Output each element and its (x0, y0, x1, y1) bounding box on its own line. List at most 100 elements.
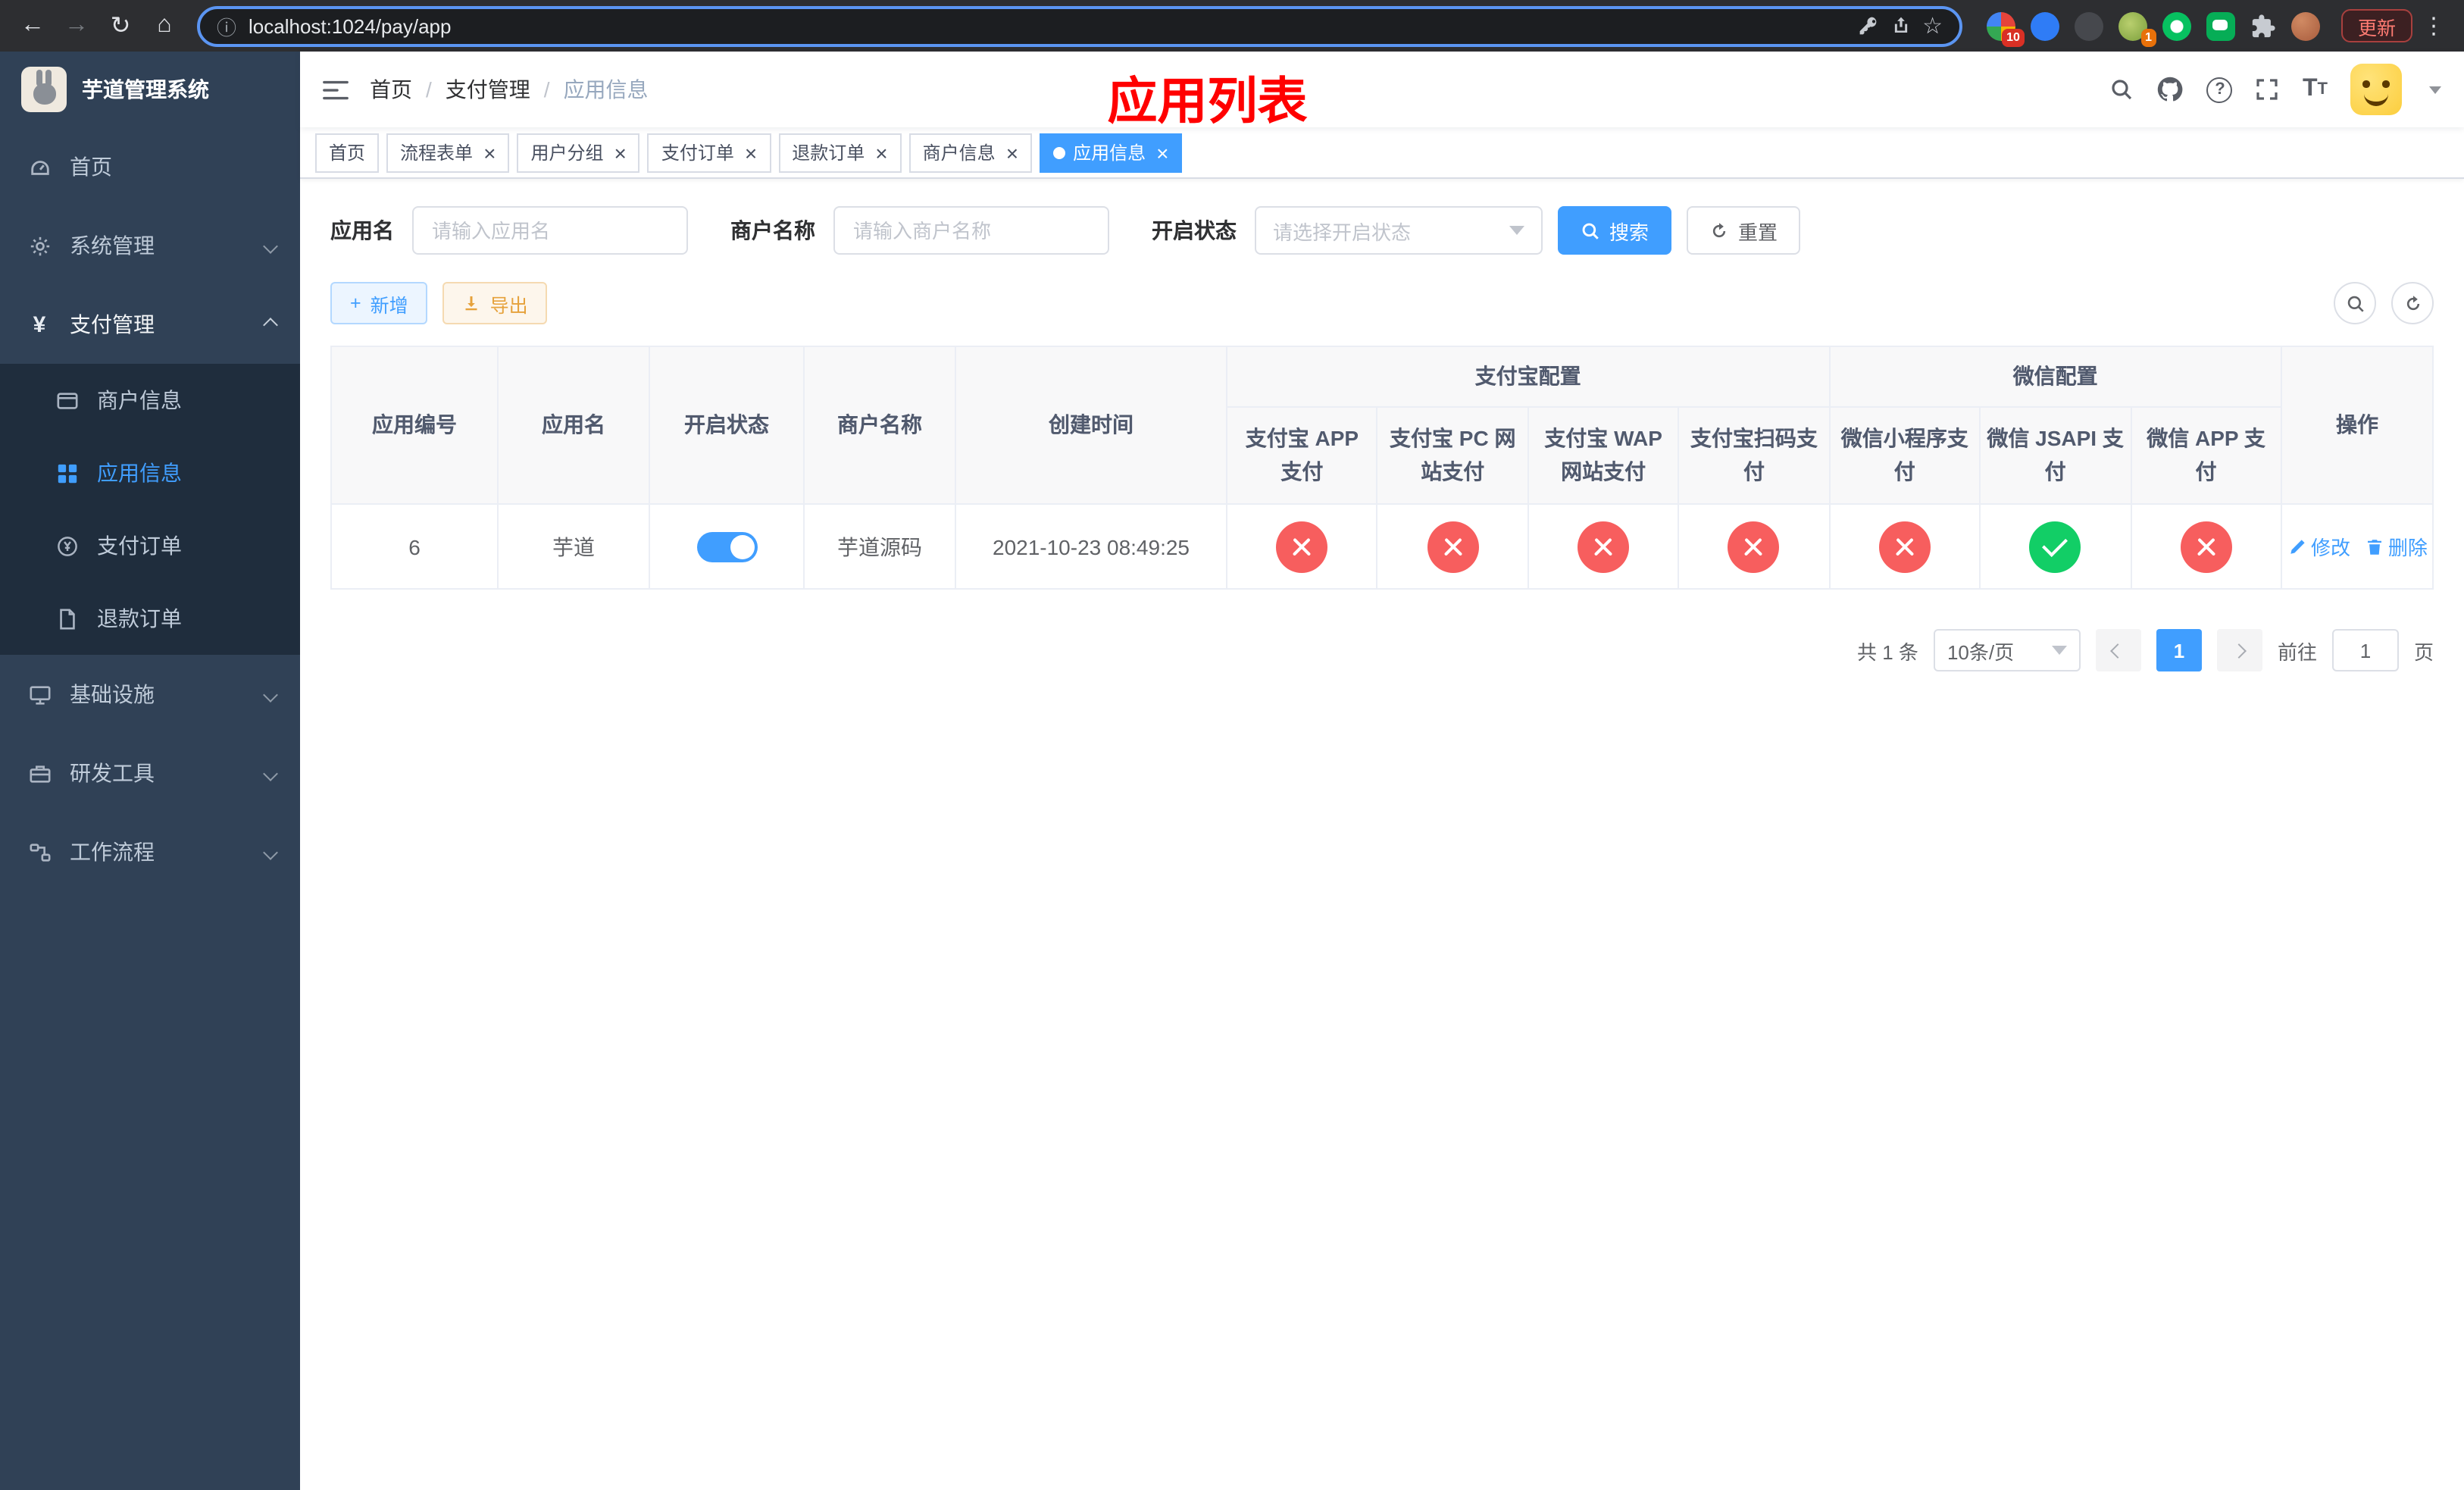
status-toggle[interactable] (696, 531, 757, 562)
close-icon[interactable]: × (745, 142, 757, 163)
export-button[interactable]: 导出 (442, 282, 548, 324)
extension-dark-icon[interactable] (2074, 11, 2103, 40)
extension-wechat-devtools-icon[interactable] (2162, 11, 2191, 40)
close-icon[interactable]: × (1006, 142, 1018, 163)
reset-button[interactable]: 重置 (1687, 206, 1801, 255)
extension-chat-icon[interactable] (2206, 11, 2235, 40)
page-size-select[interactable]: 10条/页 (1933, 629, 2081, 671)
sidebar-item-payment-order[interactable]: 支付订单 (0, 509, 300, 582)
extension-olive-icon[interactable]: 1 (2118, 11, 2156, 46)
tab-refund-order[interactable]: 退款订单 × (778, 133, 902, 172)
sidebar-item-app-info[interactable]: 应用信息 (0, 437, 300, 509)
font-size-icon[interactable]: TT (2303, 77, 2328, 102)
edit-link[interactable]: 修改 (2288, 532, 2350, 561)
page-number-button[interactable]: 1 (2156, 629, 2202, 671)
tab-user-group[interactable]: 用户分组 × (517, 133, 640, 172)
app-title: 芋道管理系统 (82, 77, 209, 102)
app-shell: 芋道管理系统 首页 系统管理 ¥ 支付管理 商户信息 应用信息 支付订单 退款订… (0, 52, 2464, 1490)
browser-menu-button[interactable]: ⋮ (2416, 12, 2452, 39)
tab-home[interactable]: 首页 (315, 133, 380, 172)
refresh-icon (2406, 295, 2419, 310)
address-bar[interactable]: ⓘ ☆ (197, 5, 1962, 46)
extension-colorwheel-icon[interactable]: 10 (1986, 11, 2025, 46)
app-logo[interactable]: 芋道管理系统 (0, 52, 300, 127)
breadcrumb-home[interactable]: 首页 (370, 74, 412, 105)
search-icon[interactable] (2110, 77, 2134, 102)
close-icon[interactable]: × (1156, 142, 1168, 163)
tab-merchant-info[interactable]: 商户信息 × (908, 133, 1033, 172)
goto-page-input[interactable] (2331, 629, 2399, 671)
sidebar-item-refund-order[interactable]: 退款订单 (0, 582, 300, 655)
sidebar-item-workflow[interactable]: 工作流程 (0, 812, 300, 891)
home-button[interactable]: ⌂ (144, 5, 185, 46)
delete-link[interactable]: 删除 (2366, 532, 2428, 561)
sidebar-item-devtools[interactable]: 研发工具 (0, 734, 300, 812)
add-button[interactable]: + 新增 (330, 282, 428, 324)
sidebar-item-infrastructure[interactable]: 基础设施 (0, 655, 300, 734)
cell-app-name: 芋道 (497, 503, 650, 590)
app-name-label: 应用名 (330, 218, 394, 243)
tab-process-form[interactable]: 流程表单 × (386, 133, 510, 172)
extension-blue-icon[interactable] (2030, 11, 2059, 40)
cell-wx-lite (1828, 503, 1981, 590)
x-circle-icon (2180, 521, 2232, 572)
update-label: 更新 (2357, 17, 2396, 39)
bookmark-star-icon[interactable]: ☆ (1922, 12, 1943, 39)
breadcrumb-payment[interactable]: 支付管理 (446, 74, 530, 105)
sidebar-menu: 首页 系统管理 ¥ 支付管理 商户信息 应用信息 支付订单 退款订单 基础设施 … (0, 127, 300, 1490)
toggle-search-button[interactable] (2334, 282, 2376, 324)
filter-bar: 应用名 商户名称 开启状态 请选择开启状态 搜索 (330, 206, 2434, 255)
extension-badge: 10 (2002, 28, 2025, 46)
hamburger-button[interactable] (323, 78, 349, 101)
reload-button[interactable]: ↻ (100, 5, 141, 46)
password-key-icon[interactable] (1857, 15, 1878, 36)
forward-button[interactable]: → (56, 5, 97, 46)
site-info-icon[interactable]: ⓘ (217, 11, 236, 40)
plus-icon: + (350, 293, 361, 314)
x-circle-icon (1728, 521, 1780, 572)
chevron-down-icon (263, 687, 278, 702)
close-icon[interactable]: × (875, 142, 887, 163)
github-icon[interactable] (2157, 76, 2184, 103)
search-button[interactable]: 搜索 (1558, 206, 1672, 255)
url-input[interactable] (249, 14, 1846, 37)
help-icon[interactable]: ? (2206, 77, 2233, 102)
browser-update-button[interactable]: 更新 (2340, 9, 2412, 42)
grid-icon (55, 461, 79, 485)
data-table: 应用编号 应用名 开启状态 商户名称 创建时间 支付宝配置 微信配置 操作 支付… (330, 346, 2434, 590)
refresh-table-button[interactable] (2391, 282, 2434, 324)
share-icon[interactable] (1890, 15, 1910, 36)
status-select[interactable]: 请选择开启状态 (1255, 206, 1543, 255)
merchant-name-input[interactable] (833, 206, 1109, 255)
goto-suffix: 页 (2413, 640, 2434, 663)
sidebar-item-system[interactable]: 系统管理 (0, 206, 300, 285)
navbar-tools: ? TT (2110, 64, 2441, 115)
tab-app-info[interactable]: 应用信息 × (1040, 133, 1183, 172)
close-icon[interactable]: × (483, 142, 496, 163)
screen: ← → ↻ ⌂ ⓘ ☆ 10 1 (0, 0, 2464, 1490)
fullscreen-icon[interactable] (2256, 77, 2280, 102)
next-page-button[interactable] (2216, 629, 2262, 671)
browser-profile-avatar[interactable] (2290, 11, 2320, 40)
right-tools (2334, 282, 2434, 324)
back-button[interactable]: ← (12, 5, 53, 46)
app-name-input[interactable] (412, 206, 688, 255)
sidebar-item-payment[interactable]: ¥ 支付管理 (0, 285, 300, 364)
close-icon[interactable]: × (614, 142, 626, 163)
tab-payment-order[interactable]: 支付订单 × (647, 133, 771, 172)
sidebar-item-home[interactable]: 首页 (0, 127, 300, 206)
extensions-puzzle-icon[interactable] (2250, 13, 2276, 39)
prev-page-button[interactable] (2095, 629, 2141, 671)
col-header-app-name: 应用名 (497, 346, 650, 505)
pencil-icon (2290, 539, 2305, 553)
sidebar: 芋道管理系统 首页 系统管理 ¥ 支付管理 商户信息 应用信息 支付订单 退款订… (0, 52, 300, 1490)
home-icon: ⌂ (157, 12, 172, 38)
cell-alipay-wap (1527, 503, 1680, 590)
chevron-down-icon[interactable] (2429, 86, 2441, 93)
toolbox-icon (27, 761, 52, 785)
tab-label: 首页 (329, 142, 366, 164)
sidebar-item-label: 应用信息 (97, 461, 182, 485)
sidebar-item-merchant-info[interactable]: 商户信息 (0, 364, 300, 437)
user-avatar[interactable] (2350, 64, 2402, 115)
delete-label: 删除 (2387, 537, 2428, 559)
